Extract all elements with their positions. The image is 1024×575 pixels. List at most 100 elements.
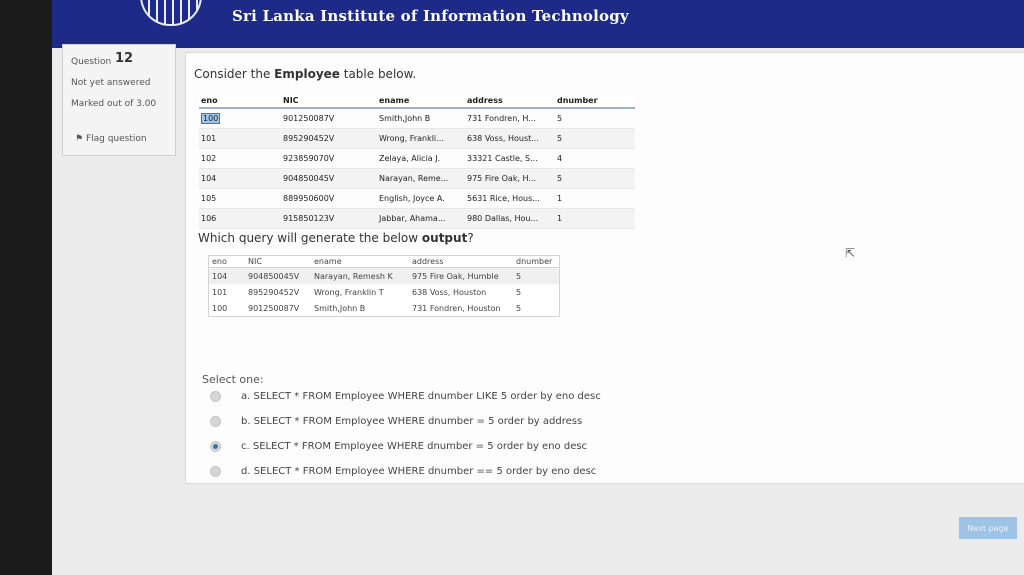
table-cell: 104 bbox=[199, 168, 281, 189]
table-cell: 923859070V bbox=[281, 148, 377, 169]
table-cell: 980 Dallas, Hou... bbox=[465, 208, 555, 229]
prompt-table-name: Employee bbox=[274, 67, 340, 81]
table-cell: 100 bbox=[212, 303, 228, 313]
table-row: 104 904850045V Narayan, Reme... 975 Fire… bbox=[199, 168, 635, 189]
table-cell: 101 bbox=[212, 287, 228, 297]
table-cell: Zelaya, Alicia J. bbox=[377, 148, 465, 169]
prompt-text-end: table below. bbox=[339, 67, 417, 81]
table-cell: 5 bbox=[516, 287, 522, 297]
column-header: NIC bbox=[281, 93, 377, 109]
browser-screen: Sri Lanka Institute of Information Techn… bbox=[52, 0, 1024, 575]
question-grade: Marked out of 3.00 bbox=[71, 99, 157, 109]
table-cell: 5 bbox=[513, 267, 560, 284]
table-cell: 1 bbox=[555, 208, 635, 229]
option-label: c. SELECT * FROM Employee WHERE dnumber … bbox=[241, 441, 588, 452]
column-header: NIC bbox=[245, 255, 311, 268]
column-header: eno bbox=[199, 93, 281, 109]
output-question-bold: output bbox=[421, 231, 468, 245]
table-cell: 638 Voss, Houston bbox=[412, 287, 487, 297]
table-cell: 5 bbox=[516, 303, 522, 313]
table-row: 104 904850045V Narayan, Remesh K 975 Fir… bbox=[208, 267, 560, 284]
institute-logo bbox=[140, 0, 202, 26]
table-cell: 638 Voss, Houst... bbox=[465, 128, 555, 149]
table-cell: 901250087V bbox=[281, 108, 377, 129]
table-cell: 901250087V bbox=[248, 303, 300, 313]
flag-icon: ⚑ bbox=[75, 134, 84, 144]
table-cell: 33321 Castle, S... bbox=[465, 148, 555, 169]
table-row: 101 895290452V Wrong, Franklin T 638 Vos… bbox=[209, 284, 560, 300]
output-table: eno NIC ename address dnumber 104 904850… bbox=[208, 255, 560, 317]
flag-question-button[interactable]: ⚑ Flag question bbox=[75, 134, 147, 144]
table-cell: 102 bbox=[199, 148, 281, 169]
output-question: Which query will generate the below outp… bbox=[198, 231, 474, 245]
question-prompt: Consider the Employee table below. bbox=[194, 67, 416, 81]
site-title: Sri Lanka Institute of Information Techn… bbox=[232, 7, 629, 25]
table-cell: 105 bbox=[199, 188, 281, 209]
table-row: 101 895290452V Wrong, Frankli... 638 Vos… bbox=[199, 128, 635, 149]
radio-button[interactable] bbox=[210, 391, 221, 402]
table-cell: Smith,John B bbox=[377, 108, 465, 129]
question-label: Question bbox=[71, 57, 112, 67]
output-question-text: Which query will generate the below bbox=[198, 231, 422, 245]
table-row: 105 889950600V English, Joyce A. 5631 Ri… bbox=[199, 188, 635, 209]
question-content: Consider the Employee table below. eno N… bbox=[185, 52, 1024, 484]
table-cell: Smith,John B bbox=[314, 303, 366, 313]
mouse-pointer-icon: ⇱ bbox=[845, 246, 856, 260]
question-number: 12 bbox=[115, 51, 134, 66]
table-cell: Narayan, Reme... bbox=[377, 168, 465, 189]
site-header: Sri Lanka Institute of Information Techn… bbox=[52, 0, 1024, 48]
table-cell: 915850123V bbox=[281, 208, 377, 229]
table-cell: 889950600V bbox=[281, 188, 377, 209]
table-cell: 731 Fondren, H... bbox=[465, 108, 555, 129]
table-cell: Wrong, Frankli... bbox=[377, 128, 465, 149]
table-cell: 1 bbox=[555, 188, 635, 209]
option-label: b. SELECT * FROM Employee WHERE dnumber … bbox=[241, 416, 583, 427]
table-row: 102 923859070V Zelaya, Alicia J. 33321 C… bbox=[199, 148, 635, 169]
question-info-panel: Question 12 Not yet answered Marked out … bbox=[62, 44, 176, 156]
column-header: dnumber bbox=[555, 93, 635, 109]
table-cell: Jabbar, Ahama... bbox=[377, 208, 465, 229]
table-cell: English, Joyce A. bbox=[377, 188, 465, 209]
column-header: ename bbox=[377, 93, 465, 109]
next-page-button[interactable]: Next page bbox=[959, 517, 1017, 539]
question-state: Not yet answered bbox=[71, 78, 151, 88]
table-row: 106 915850123V Jabbar, Ahama... 980 Dall… bbox=[199, 208, 635, 229]
column-header: address bbox=[465, 93, 555, 109]
table-cell: 895290452V bbox=[248, 287, 300, 297]
table-cell: 5631 Rice, Hous... bbox=[465, 188, 555, 209]
table-cell: 4 bbox=[555, 148, 635, 169]
table-cell: 104 bbox=[208, 267, 245, 284]
table-cell: 5 bbox=[555, 168, 635, 189]
table-cell: Narayan, Remesh K bbox=[311, 267, 409, 284]
table-cell: 975 Fire Oak, H... bbox=[465, 168, 555, 189]
option-label: a. SELECT * FROM Employee WHERE dnumber … bbox=[241, 391, 601, 402]
table-row: 100 901250087V Smith,John B 731 Fondren,… bbox=[209, 300, 560, 317]
column-header: ename bbox=[311, 255, 409, 268]
radio-button[interactable] bbox=[210, 466, 221, 477]
table-cell: 731 Fondren, Houston bbox=[412, 303, 501, 313]
flag-question-label: Flag question bbox=[85, 134, 147, 144]
table-cell: 904850045V bbox=[245, 267, 311, 284]
output-table-header: eno NIC ename address dnumber bbox=[208, 255, 560, 268]
output-question-end: ? bbox=[467, 231, 474, 245]
option-label: d. SELECT * FROM Employee WHERE dnumber … bbox=[241, 466, 597, 477]
radio-button-selected[interactable] bbox=[210, 441, 221, 452]
answer-option-b[interactable]: b. SELECT * FROM Employee WHERE dnumber … bbox=[210, 416, 582, 427]
column-header: dnumber bbox=[513, 255, 560, 268]
table-cell: 106 bbox=[199, 208, 281, 229]
table-cell: 100 bbox=[201, 113, 221, 124]
table-cell: 5 bbox=[555, 128, 635, 149]
table-cell: 895290452V bbox=[281, 128, 377, 149]
radio-button[interactable] bbox=[210, 416, 221, 427]
table-cell: 904850045V bbox=[281, 168, 377, 189]
answer-option-a[interactable]: a. SELECT * FROM Employee WHERE dnumber … bbox=[210, 391, 601, 402]
table-cell: 5 bbox=[555, 108, 635, 129]
answer-option-d[interactable]: d. SELECT * FROM Employee WHERE dnumber … bbox=[210, 466, 596, 477]
column-header: eno bbox=[208, 255, 245, 268]
answer-option-c[interactable]: c. SELECT * FROM Employee WHERE dnumber … bbox=[210, 441, 587, 452]
prompt-text: Consider the bbox=[194, 67, 275, 81]
employee-table-header: eno NIC ename address dnumber bbox=[199, 93, 635, 109]
column-header: address bbox=[409, 255, 513, 268]
table-cell: Wrong, Franklin T bbox=[314, 287, 384, 297]
table-cell: 975 Fire Oak, Humble bbox=[409, 267, 513, 284]
